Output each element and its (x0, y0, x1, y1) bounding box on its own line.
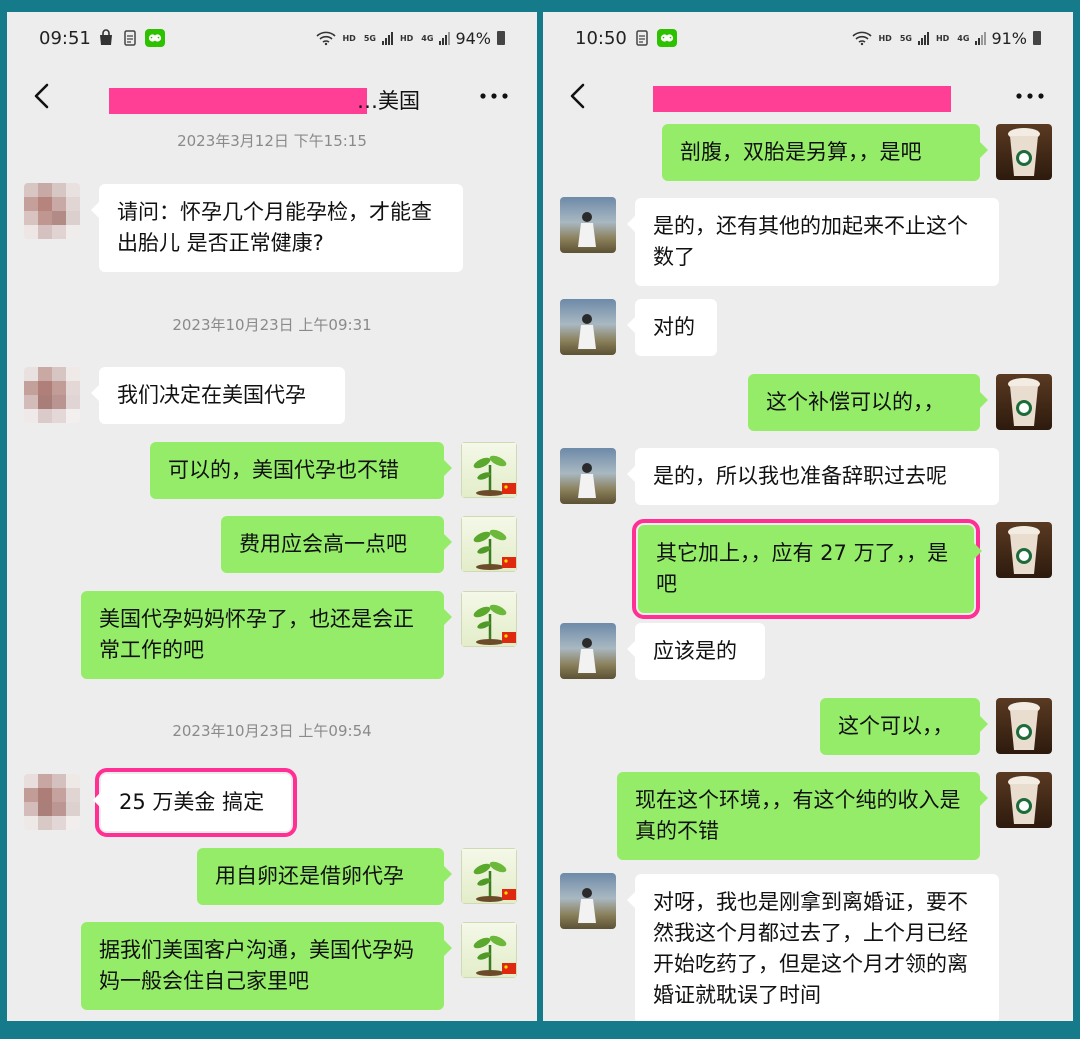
signal-icon (381, 32, 393, 45)
signal-icon-2 (439, 32, 451, 45)
hd-label-2: HD (399, 33, 414, 43)
status-time: 10:50 (575, 27, 627, 49)
wechat-icon (656, 29, 677, 47)
wifi-icon (316, 31, 337, 46)
timestamp: 2023年10月23日 上午09:31 (172, 316, 372, 334)
message-bubble-incoming-highlighted[interactable]: 25 万美金 搞定 (93, 768, 297, 837)
my-avatar[interactable] (996, 698, 1052, 754)
message-bubble-outgoing-highlighted[interactable]: 其它加上，，应有 27 万了，，是吧 (632, 519, 982, 619)
shopping-bag-icon (99, 29, 112, 45)
my-avatar[interactable] (461, 591, 517, 647)
message-bubble-outgoing[interactable]: 费用应会高一点吧 (221, 516, 452, 573)
4g-label: 4G (421, 33, 434, 43)
wifi-icon (852, 31, 873, 46)
battery-percent: 94% (455, 28, 491, 48)
my-avatar[interactable] (461, 848, 517, 904)
my-avatar[interactable] (461, 516, 517, 572)
contact-avatar[interactable] (24, 183, 80, 239)
timestamp: 2023年10月23日 上午09:54 (172, 722, 372, 740)
message-bubble-incoming[interactable]: 应该是的 (627, 623, 765, 680)
battery-icon (1033, 31, 1041, 45)
battery-percent: 91% (991, 28, 1027, 48)
status-bar: 09:51 HD 5G HD 4G 94% (7, 12, 537, 64)
document-icon (124, 30, 136, 46)
contact-avatar[interactable] (24, 774, 80, 830)
status-bar: 10:50 HD 5G HD 4G 91% (543, 12, 1073, 64)
message-bubble-outgoing[interactable]: 这个补偿可以的，， (748, 374, 988, 431)
my-avatar[interactable] (461, 922, 517, 978)
my-avatar[interactable] (996, 522, 1052, 578)
4g-label: 4G (957, 33, 970, 43)
chat-title: …美国 (357, 89, 420, 113)
message-bubble-outgoing[interactable]: 美国代孕妈妈怀孕了，也还是会正常工作的吧 (81, 591, 452, 679)
message-bubble-incoming[interactable]: 我们决定在美国代孕 (91, 367, 345, 424)
chevron-left-icon[interactable] (29, 82, 55, 110)
more-dots-icon[interactable] (479, 91, 509, 101)
my-avatar[interactable] (996, 374, 1052, 430)
hd-label: HD (878, 33, 892, 43)
message-bubble-incoming[interactable]: 是的，所以我也准备辞职过去呢 (627, 448, 999, 505)
message-bubble-outgoing[interactable]: 可以的，美国代孕也不错 (150, 442, 452, 499)
contact-avatar[interactable] (24, 367, 80, 423)
hd-label: HD (342, 33, 356, 43)
my-avatar[interactable] (996, 124, 1052, 180)
my-avatar[interactable] (461, 442, 517, 498)
5g-label: 5G (899, 33, 912, 43)
redacted-title (653, 86, 951, 112)
document-icon (636, 30, 648, 46)
message-bubble-outgoing[interactable]: 据我们美国客户沟通，美国代孕妈妈一般会住自己家里吧 (81, 922, 452, 1010)
right-chat-screen: 10:50 HD 5G HD 4G 91% 剖腹，双胎是另算，，是吧 是的，还有… (543, 12, 1073, 1021)
wechat-icon (144, 29, 165, 47)
hd-label-2: HD (935, 33, 950, 43)
redacted-title (109, 88, 367, 114)
more-dots-icon[interactable] (1015, 91, 1045, 101)
status-time: 09:51 (39, 27, 91, 49)
contact-avatar[interactable] (560, 623, 616, 679)
left-chat-screen: 09:51 HD 5G HD 4G 94% …美国 2023年3月12日 下午1… (7, 12, 537, 1021)
my-avatar[interactable] (996, 772, 1052, 828)
contact-avatar[interactable] (560, 448, 616, 504)
message-bubble-incoming[interactable]: 是的，还有其他的加起来不止这个数了 (627, 198, 999, 286)
battery-icon (497, 31, 505, 45)
chat-header (543, 68, 1073, 124)
5g-label: 5G (363, 33, 376, 43)
chevron-left-icon[interactable] (565, 82, 591, 110)
message-bubble-outgoing[interactable]: 这个可以，， (820, 698, 988, 755)
message-bubble-incoming[interactable]: 请问：怀孕几个月能孕检，才能查出胎儿 是否正常健康? (91, 184, 463, 272)
contact-avatar[interactable] (560, 873, 616, 929)
timestamp: 2023年3月12日 下午15:15 (177, 132, 367, 150)
signal-icon-2 (975, 32, 987, 45)
contact-avatar[interactable] (560, 299, 616, 355)
message-bubble-outgoing[interactable]: 现在这个环境，，有这个纯的收入是真的不错 (617, 772, 988, 860)
chat-header: …美国 (7, 68, 537, 124)
message-bubble-outgoing[interactable]: 剖腹，双胎是另算，，是吧 (662, 124, 988, 181)
message-bubble-outgoing[interactable]: 用自卵还是借卵代孕 (197, 848, 452, 905)
message-bubble-incoming[interactable]: 对的 (627, 299, 717, 356)
signal-icon (917, 32, 929, 45)
contact-avatar[interactable] (560, 197, 616, 253)
message-bubble-incoming[interactable]: 对呀，我也是刚拿到离婚证，要不然我这个月都过去了，上个月已经开始吃药了，但是这个… (627, 874, 999, 1021)
